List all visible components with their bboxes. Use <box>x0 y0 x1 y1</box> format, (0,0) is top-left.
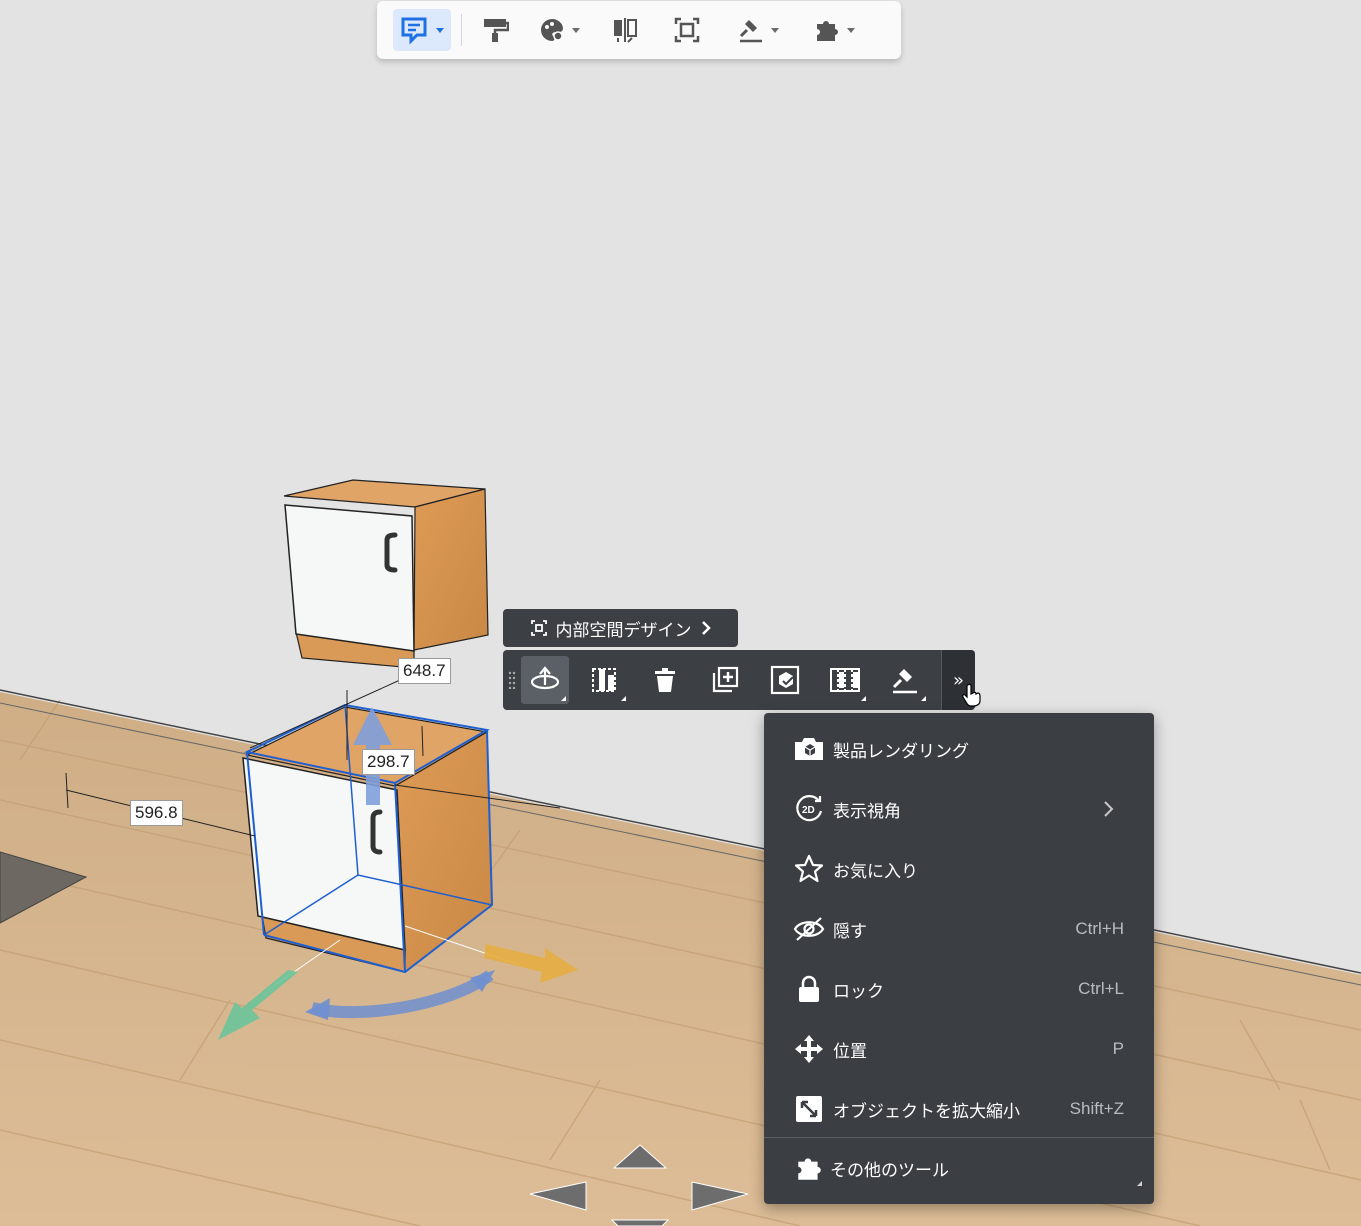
nav-left-arrow-icon[interactable] <box>528 1180 588 1212</box>
object-toolbar: » <box>503 650 975 710</box>
drag-handle-icon[interactable] <box>503 671 521 689</box>
interior-space-design-button[interactable]: 内部空間デザイン <box>503 609 738 647</box>
lock-icon <box>799 975 819 1002</box>
delete-button[interactable] <box>641 656 689 704</box>
menu-item-label: 隠す <box>833 921 867 942</box>
chevron-down-icon <box>771 27 779 33</box>
menu-item-shortcut: P <box>1112 1039 1124 1058</box>
submenu-indicator-icon <box>1137 1181 1142 1186</box>
palette-icon <box>541 18 564 41</box>
nav-up-arrow-icon[interactable] <box>612 1144 668 1170</box>
puzzle-icon <box>798 1158 821 1180</box>
menu-item-label: お気に入り <box>833 861 918 882</box>
menu-item-position[interactable]: 位置 P <box>764 1019 1154 1079</box>
chevron-right-icon <box>701 621 711 635</box>
menu-item-label: その他のツール <box>830 1160 949 1181</box>
dimension-label-width[interactable]: 596.8 <box>130 800 183 826</box>
material-button[interactable] <box>524 9 594 51</box>
eye-hidden-icon <box>793 917 825 941</box>
move-icon <box>795 1035 823 1063</box>
duplicate-button[interactable] <box>701 656 749 704</box>
mirror-button[interactable] <box>604 9 646 51</box>
frame-select-button[interactable] <box>666 9 708 51</box>
gavel-icon <box>892 669 917 694</box>
frame-select-icon <box>674 17 700 43</box>
interior-space-label: 内部空間デザイン <box>555 620 692 641</box>
menu-item-shortcut: Ctrl+L <box>1078 979 1124 998</box>
menu-item-favorite[interactable]: お気に入り <box>764 839 1154 899</box>
measure-tool-button[interactable] <box>881 656 929 704</box>
menu-item-lock[interactable]: ロック Ctrl+L <box>764 959 1154 1019</box>
menu-item-hide[interactable]: 隠す Ctrl+H <box>764 899 1154 959</box>
gavel-icon <box>739 20 762 43</box>
annotate-button[interactable] <box>393 9 451 51</box>
array-icon <box>830 668 860 692</box>
svg-text:2D: 2D <box>802 805 815 816</box>
dimension-label-depth[interactable]: 298.7 <box>362 749 415 775</box>
menu-item-scale-object[interactable]: オブジェクトを拡大縮小 Shift+Z <box>764 1079 1154 1139</box>
menu-item-label: 製品レンダリング <box>833 741 969 762</box>
context-menu: 製品レンダリング 2D 表示視角 お気に入り 隠す Ctrl+H ロック Ctr… <box>764 713 1154 1204</box>
menu-item-label: オブジェクトを拡大縮小 <box>833 1101 1020 1122</box>
nav-right-arrow-icon[interactable] <box>690 1180 750 1212</box>
duplicate-icon <box>712 666 739 693</box>
rotate-icon <box>530 666 560 690</box>
trash-icon <box>655 668 675 692</box>
measure-button[interactable] <box>726 9 790 51</box>
interior-frame-icon <box>530 620 547 636</box>
puzzle-icon <box>817 21 838 41</box>
chevron-down-icon <box>847 27 855 33</box>
scale-icon <box>796 1096 822 1122</box>
replace-button[interactable] <box>761 656 809 704</box>
chevron-right-icon <box>1104 801 1114 817</box>
top-toolbar <box>377 1 901 59</box>
plugins-button[interactable] <box>802 9 866 51</box>
replace-icon <box>770 665 800 695</box>
split-icon <box>592 668 616 692</box>
view-2d-icon: 2D <box>796 795 823 822</box>
render-camera-icon <box>795 738 823 760</box>
toolbar-divider <box>461 14 462 46</box>
paint-button[interactable] <box>474 9 516 51</box>
dimension-label-height[interactable]: 648.7 <box>398 658 451 684</box>
menu-item-product-rendering[interactable]: 製品レンダリング <box>764 719 1154 779</box>
menu-item-other-tools[interactable]: その他のツール <box>764 1138 1154 1198</box>
menu-item-shortcut: Shift+Z <box>1069 1099 1124 1118</box>
menu-item-shortcut: Ctrl+H <box>1075 919 1124 938</box>
chevron-down-icon <box>572 27 580 33</box>
star-icon <box>794 854 824 883</box>
menu-item-label: 位置 <box>833 1041 867 1062</box>
paint-roller-icon <box>484 19 509 42</box>
split-button[interactable] <box>581 656 629 704</box>
menu-item-label: 表示視角 <box>833 801 901 822</box>
rotate-button[interactable] <box>521 656 569 704</box>
menu-item-view-angle[interactable]: 2D 表示視角 <box>764 779 1154 839</box>
hand-cursor-icon <box>962 683 981 707</box>
mirror-icon <box>614 18 637 43</box>
annotation-icon <box>401 17 427 45</box>
menu-item-label: ロック <box>833 981 884 1002</box>
array-button[interactable] <box>821 656 869 704</box>
nav-down-arrow-icon[interactable] <box>610 1218 670 1226</box>
chevron-down-icon <box>436 27 444 33</box>
